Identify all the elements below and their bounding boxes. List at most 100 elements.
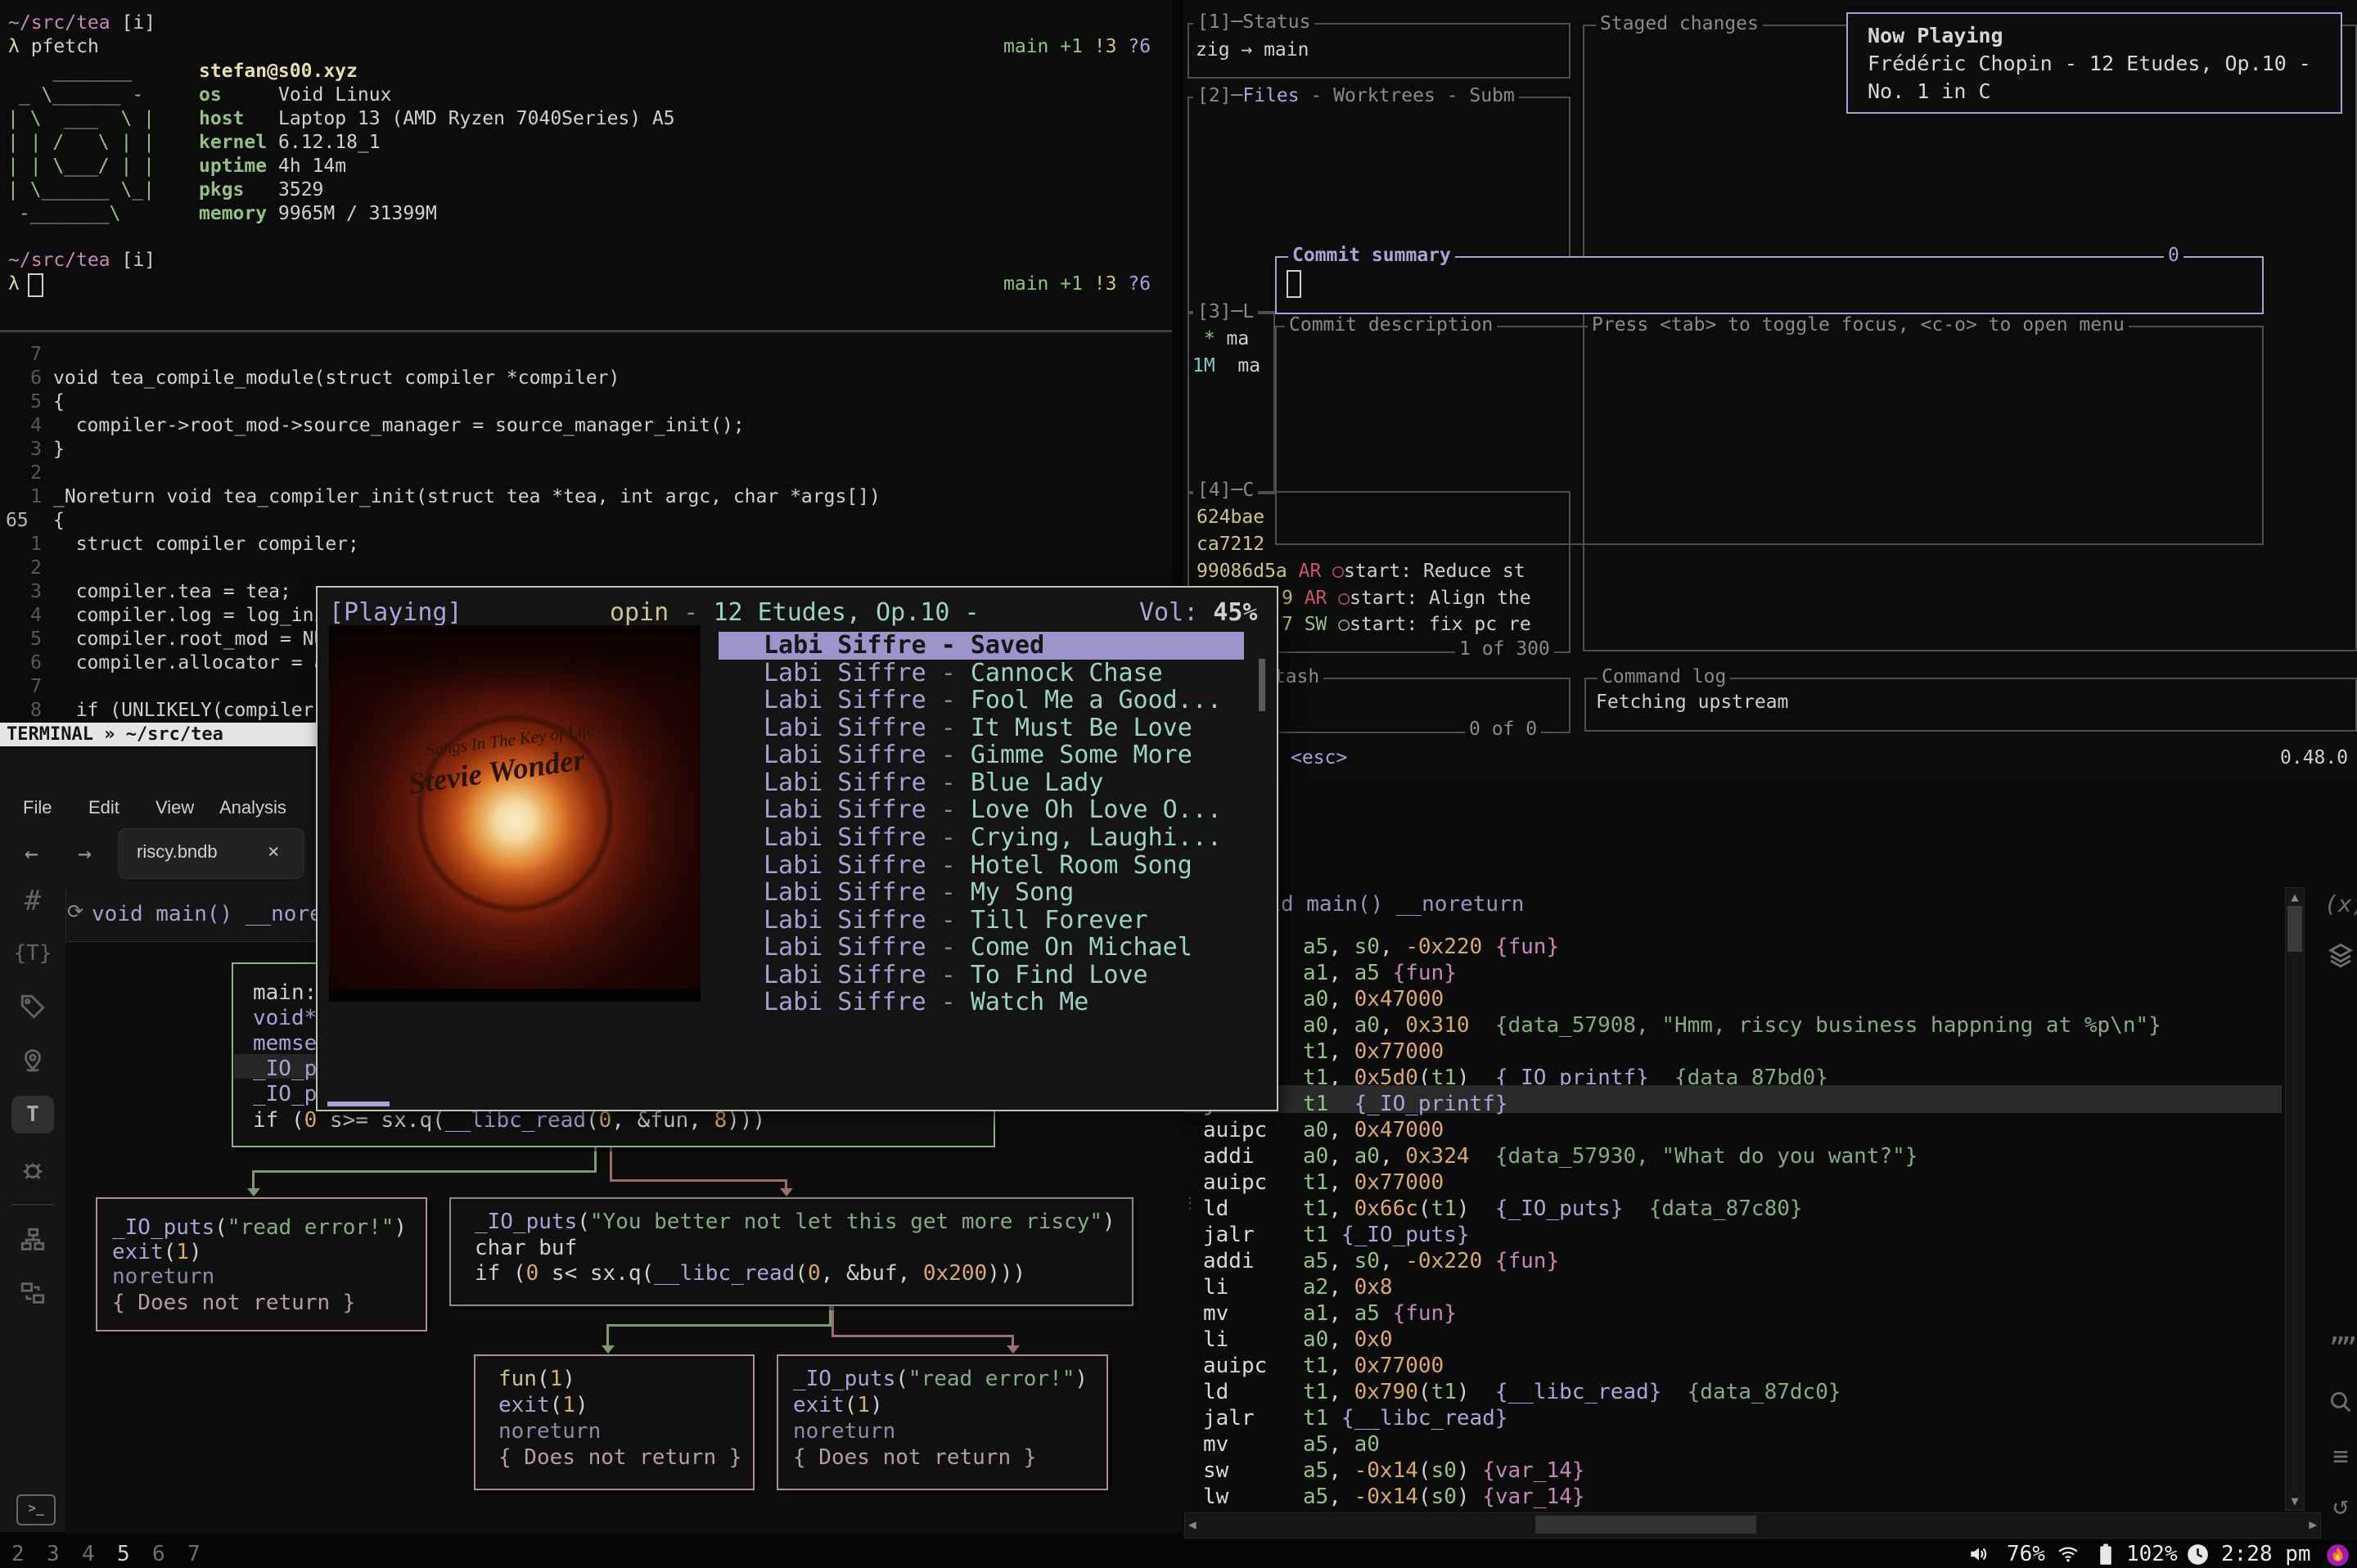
graph-node-read-error[interactable]: _IO_puts("read error!") exit(1) noreturn… xyxy=(96,1197,427,1331)
playlist-item[interactable]: Labi Siffre - Gimme Some More xyxy=(719,741,1244,769)
node-line: _IO_puts("You better not let this get mo… xyxy=(475,1210,1115,1234)
node-line: noreturn xyxy=(793,1419,895,1444)
terminal-cursor xyxy=(28,273,43,297)
variables-icon[interactable]: (x) xyxy=(2324,890,2357,917)
playlist-item[interactable]: Labi Siffre - Watch Me xyxy=(719,989,1244,1016)
track-progress-bar[interactable] xyxy=(327,1102,390,1106)
graph-node-riscy[interactable]: _IO_puts("You better not let this get mo… xyxy=(449,1197,1133,1306)
workspace-7[interactable]: 7 xyxy=(187,1542,201,1566)
workspace-3[interactable]: 3 xyxy=(47,1542,60,1566)
desktop: ~/src/tea [i] λ pfetch main +1 !3 ?6 ___… xyxy=(0,0,2357,1568)
refresh-icon[interactable]: ⟳ xyxy=(67,900,83,923)
now-playing-notification[interactable]: Now Playing Frédéric Chopin - 12 Etudes,… xyxy=(1846,12,2342,114)
notification-line: Frédéric Chopin - 12 Etudes, Op.10 - xyxy=(1868,52,2311,76)
playlist-scrollbar-thumb[interactable] xyxy=(1259,659,1265,711)
disasm-operands: a1, a5 {fun} xyxy=(1303,1301,1457,1326)
pane-drag-handle[interactable]: ⋮ xyxy=(1183,1200,1188,1207)
node-line: { Does not return } xyxy=(112,1291,355,1315)
text-cursor xyxy=(1287,270,1301,298)
menu-analysis[interactable]: Analysis xyxy=(219,797,286,818)
graph-node-read-error-2[interactable]: _IO_puts("read error!") exit(1) noreturn… xyxy=(777,1354,1108,1490)
playlist-item[interactable]: Labi Siffre - Cannock Chase xyxy=(719,660,1244,687)
tray-flame-icon[interactable] xyxy=(2326,1543,2350,1568)
workspace-4[interactable]: 4 xyxy=(82,1542,95,1566)
workspace-5[interactable]: 5 xyxy=(117,1542,130,1566)
transform-icon[interactable] xyxy=(10,1273,56,1313)
horizontal-scrollbar[interactable]: ◀ ▶ xyxy=(1184,1512,2321,1539)
commit-description-input[interactable] xyxy=(1275,326,2264,545)
commit-description-title: Commit description xyxy=(1285,314,1497,336)
branch-row[interactable]: 1M ma xyxy=(1192,355,1260,377)
playlist-item[interactable]: Labi Siffre - My Song xyxy=(719,879,1244,907)
history-icon[interactable]: ↺ xyxy=(2324,1489,2357,1521)
commit-row[interactable]: 9 AR ○start: Align the xyxy=(1282,588,1531,610)
layers-icon[interactable] xyxy=(2324,941,2357,976)
graph-node-fun[interactable]: fun(1) exit(1) noreturn { Does not retur… xyxy=(474,1354,755,1490)
disasm-mnemonic: ld xyxy=(1203,1196,1228,1221)
tab-close-icon[interactable]: × xyxy=(268,840,279,863)
workspace-6[interactable]: 6 xyxy=(152,1542,165,1566)
wifi-icon[interactable] xyxy=(2056,1543,2080,1568)
scrollbar-thumb[interactable] xyxy=(2287,906,2302,952)
nav-forward-button[interactable]: → xyxy=(78,840,92,867)
git-status-segment: main +1 !3 ?6 xyxy=(1003,35,1151,59)
scrollbar-thumb[interactable] xyxy=(1535,1516,1756,1534)
tag-icon[interactable] xyxy=(10,986,56,1027)
terminal-panel-icon[interactable]: >_ xyxy=(16,1494,56,1525)
node-line: void* xyxy=(253,1006,317,1030)
nav-back-button[interactable]: ← xyxy=(25,840,38,867)
playlist-item[interactable]: Labi Siffre - Crying, Laughi... xyxy=(719,824,1244,852)
commit-row[interactable]: ca7212 xyxy=(1197,534,1264,556)
menu-view[interactable]: View xyxy=(155,797,194,818)
workspace-2[interactable]: 2 xyxy=(11,1542,25,1566)
commit-row[interactable]: 7 SW ○start: fix pc re xyxy=(1282,614,1531,636)
volume-icon[interactable] xyxy=(1967,1543,1990,1568)
pane-divider xyxy=(0,330,1172,332)
commit-summary-title: Commit summary xyxy=(1288,245,1455,267)
commit-row[interactable]: 99086d5a AR ○start: Reduce st xyxy=(1197,561,1526,583)
code-line: 6void tea_compile_module(struct compiler… xyxy=(0,367,1172,390)
playlist-item[interactable]: Labi Siffre - Hotel Room Song xyxy=(719,852,1244,880)
music-player-window[interactable]: [Playing] opin - 12 Etudes, Op.10 - Vol:… xyxy=(316,586,1278,1111)
disasm-operands: a5, s0, -0x220 {fun} xyxy=(1303,935,1559,959)
disasm-mnemonic: lw xyxy=(1203,1485,1228,1509)
disasm-operands: a1, a5 {fun} xyxy=(1303,961,1457,985)
lines-icon[interactable]: ≡ xyxy=(2324,1440,2357,1471)
playlist-item[interactable]: Labi Siffre - Come On Michael xyxy=(719,934,1244,962)
playlist-item[interactable]: Labi Siffre - Fool Me a Good... xyxy=(719,687,1244,714)
disasm-operands: t1 {_IO_puts} xyxy=(1303,1223,1470,1247)
terminal-tab-bar[interactable]: TERMINAL » ~/src/tea xyxy=(0,723,318,746)
prompt-command: λ pfetch xyxy=(8,35,99,59)
disasm-mnemonic: addi xyxy=(1203,1249,1255,1273)
text-view-icon[interactable]: T xyxy=(11,1096,54,1133)
playlist-item[interactable]: Labi Siffre - Love Oh Love O... xyxy=(719,796,1244,824)
gitui-branch-value: zig → main xyxy=(1196,39,1309,61)
gitui-status-title: [1]─Status xyxy=(1193,11,1314,34)
menu-edit[interactable]: Edit xyxy=(88,797,119,818)
node-line: fun(1) xyxy=(498,1367,575,1391)
symbols-hash-icon[interactable]: # xyxy=(10,881,56,921)
commit-row[interactable]: 624bae xyxy=(1197,507,1264,529)
fetch-info-row: pkgs3529 xyxy=(199,178,675,202)
hierarchy-icon[interactable] xyxy=(10,1219,56,1260)
clock-value: 2:28 pm xyxy=(2221,1542,2311,1566)
tab-riscy-bndb[interactable]: riscy.bndb × xyxy=(118,828,304,879)
disasm-mnemonic: auipc xyxy=(1203,1170,1267,1195)
gitui-commits-title: [4]─C xyxy=(1193,480,1258,502)
menu-file[interactable]: File xyxy=(23,797,52,818)
playlist-item[interactable]: Labi Siffre - To Find Love xyxy=(719,962,1244,989)
linear-disassembly[interactable]: void main() __noreturn addia5, s0, -0x22… xyxy=(1183,887,2357,1540)
playlist-item[interactable]: Labi Siffre - Blue Lady xyxy=(719,769,1244,797)
comments-icon[interactable]: ”” xyxy=(2324,1332,2357,1365)
playlist-item[interactable]: Labi Siffre - Till Forever xyxy=(719,907,1244,935)
playlist-item[interactable]: Labi Siffre - It Must Be Love xyxy=(719,714,1244,742)
debugger-bug-icon[interactable] xyxy=(10,1150,56,1191)
branch-row[interactable]: * ma xyxy=(1192,328,1249,350)
vertical-scrollbar[interactable]: ▲ ▼ xyxy=(2285,887,2305,1511)
search-icon[interactable] xyxy=(2324,1388,2357,1422)
types-icon[interactable]: {T} xyxy=(10,933,56,974)
disasm-operands: a0, 0x47000 xyxy=(1303,1118,1444,1142)
disasm-operands: a0, 0x47000 xyxy=(1303,987,1444,1012)
playlist-item[interactable]: Labi Siffre - Saved xyxy=(719,632,1244,660)
location-pin-icon[interactable] xyxy=(10,1039,56,1080)
